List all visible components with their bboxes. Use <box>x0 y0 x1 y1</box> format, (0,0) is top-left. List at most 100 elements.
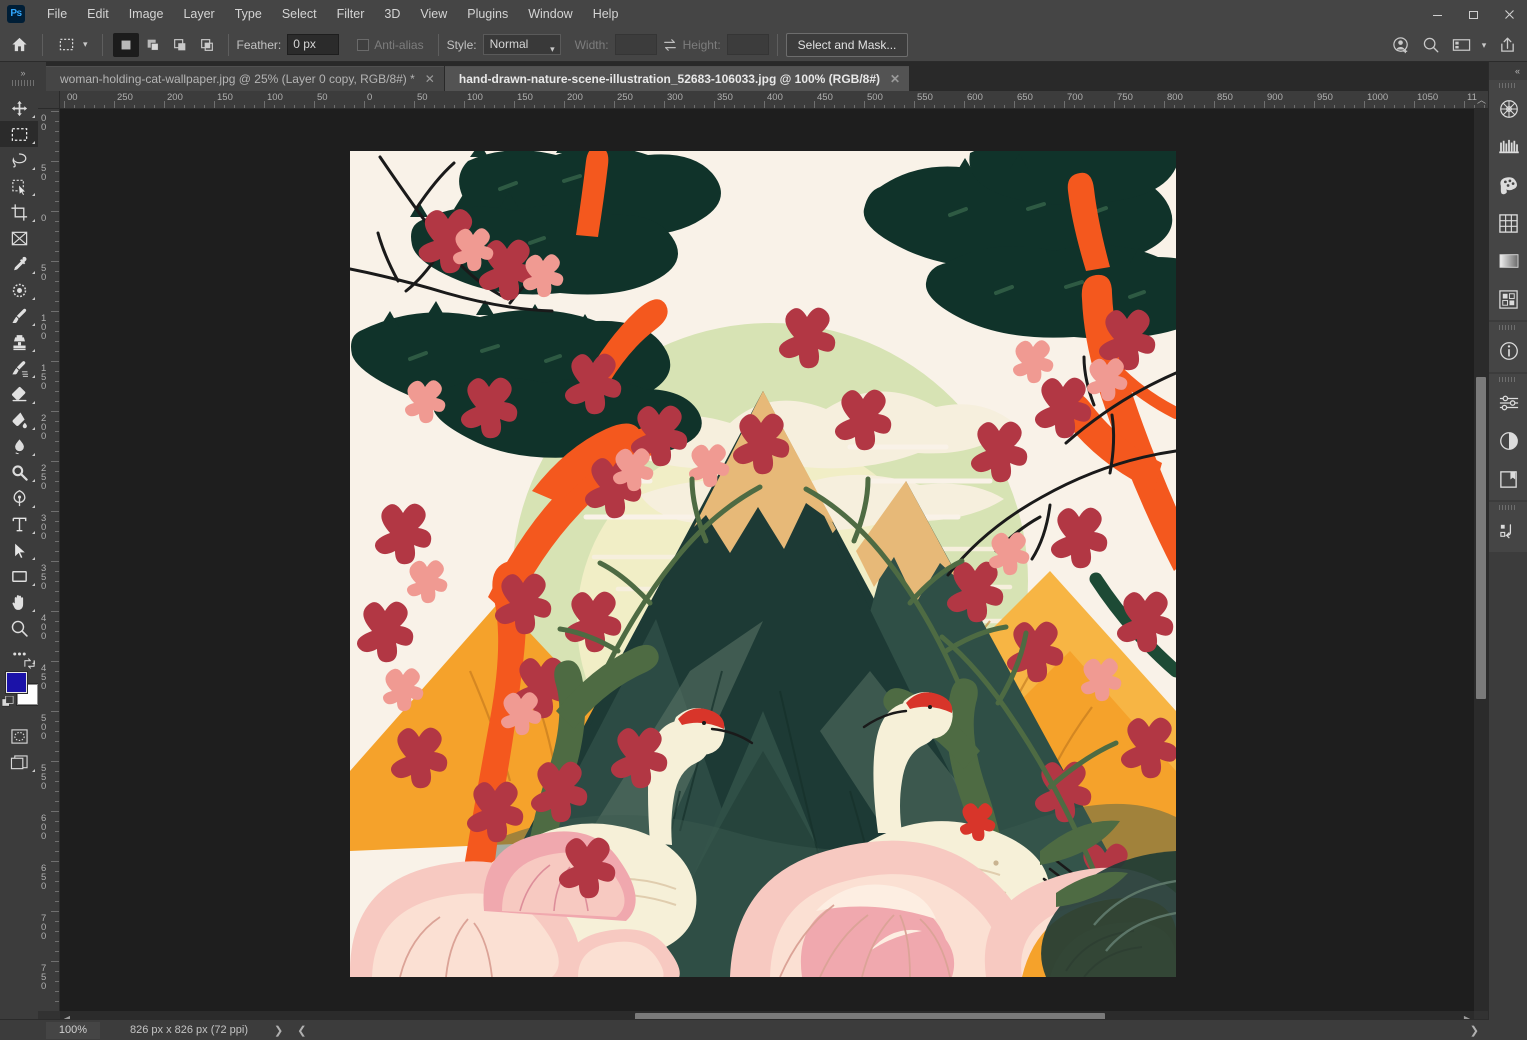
minimize-icon[interactable] <box>1419 0 1455 28</box>
foreground-color-swatch[interactable] <box>5 671 28 694</box>
hand-tool[interactable] <box>0 589 38 615</box>
new-selection-button[interactable] <box>112 32 139 57</box>
color-wheel-icon[interactable] <box>1489 90 1527 128</box>
select-and-mask-button[interactable]: Select and Mask... <box>785 32 909 57</box>
crop-tool[interactable] <box>0 199 38 225</box>
libraries-icon[interactable] <box>1489 460 1527 498</box>
anti-alias-checkbox[interactable] <box>357 38 370 51</box>
double-chevron-left-icon[interactable]: « <box>1489 62 1527 80</box>
ruler-label: 200 <box>567 92 583 103</box>
share-image-feedback-icon[interactable] <box>1387 32 1415 58</box>
status-prev-icon[interactable]: ❮ <box>297 1024 306 1037</box>
adjustments-icon[interactable] <box>1489 384 1527 422</box>
ruler-corner[interactable] <box>38 91 60 109</box>
gradients-icon[interactable] <box>1489 128 1527 166</box>
artboard[interactable] <box>350 151 1176 977</box>
ruler-minor-tick <box>694 105 695 108</box>
zoom-level-field[interactable]: 100% <box>46 1021 100 1039</box>
drag-grip[interactable] <box>1489 374 1527 384</box>
canvas-vertical-scrollbar[interactable] <box>1474 109 1488 1011</box>
drag-grip[interactable] <box>1489 80 1527 90</box>
menu-select[interactable]: Select <box>272 0 327 28</box>
object-selection-tool[interactable] <box>0 173 38 199</box>
menu-image[interactable]: Image <box>119 0 174 28</box>
eyedropper-tool[interactable] <box>0 251 38 277</box>
intersect-with-selection-button[interactable] <box>194 33 220 57</box>
home-icon[interactable] <box>4 32 34 58</box>
swap-width-height-icon[interactable] <box>657 33 683 57</box>
drag-grip[interactable] <box>1489 502 1527 512</box>
maximize-icon[interactable] <box>1455 0 1491 28</box>
add-to-selection-button[interactable] <box>140 33 166 57</box>
ruler-minor-tick <box>55 251 59 252</box>
adjustment-layer-icon[interactable] <box>1489 422 1527 460</box>
menu-edit[interactable]: Edit <box>77 0 119 28</box>
status-right-icon[interactable]: ❯ <box>1470 1024 1479 1037</box>
blur-tool[interactable] <box>0 433 38 459</box>
eraser-tool[interactable] <box>0 381 38 407</box>
history-brush-tool[interactable] <box>0 355 38 381</box>
lasso-tool[interactable] <box>0 147 38 173</box>
menu-filter[interactable]: Filter <box>327 0 375 28</box>
rectangular-marquee-tool[interactable] <box>0 121 38 147</box>
height-input[interactable] <box>726 34 769 55</box>
zoom-tool[interactable] <box>0 615 38 641</box>
frame-tool[interactable] <box>0 225 38 251</box>
quick-mask-mode-icon[interactable] <box>0 723 38 749</box>
status-next-icon[interactable]: ❯ <box>274 1024 283 1037</box>
menu-layer[interactable]: Layer <box>173 0 224 28</box>
style-select[interactable]: Normal ▾ <box>482 34 561 55</box>
tab-dock-handle[interactable]: » <box>0 62 46 91</box>
document-tab-woman-holding-cat[interactable]: woman-holding-cat-wallpaper.jpg @ 25% (L… <box>46 66 444 91</box>
right-dock-group-color <box>1489 80 1527 320</box>
horizontal-ruler[interactable]: ︿ 00 250 200 150 100 50 0 50 100 150 200 250 300 350 4… <box>60 91 1488 109</box>
close-icon[interactable]: ✕ <box>425 72 435 86</box>
gradient-panel-icon[interactable] <box>1489 242 1527 280</box>
canvas-area[interactable] <box>60 109 1474 1011</box>
document-tab-hand-drawn-nature-scene[interactable]: hand-drawn-nature-scene-illustration_526… <box>444 66 910 91</box>
spot-healing-brush-tool[interactable] <box>0 277 38 303</box>
brush-tool[interactable] <box>0 303 38 329</box>
subtract-from-selection-button[interactable] <box>167 33 193 57</box>
title-menu-bar: Ps File Edit Image Layer Type Select Fil… <box>0 0 1527 28</box>
menu-type[interactable]: Type <box>225 0 272 28</box>
menu-window[interactable]: Window <box>518 0 582 28</box>
active-tool-preview[interactable]: ▾ <box>51 32 94 58</box>
clone-stamp-tool[interactable] <box>0 329 38 355</box>
dodge-tool[interactable] <box>0 459 38 485</box>
share-icon[interactable] <box>1493 32 1521 58</box>
close-icon[interactable] <box>1491 0 1527 28</box>
pen-tool[interactable] <box>0 485 38 511</box>
ruler-minor-tick <box>734 105 735 108</box>
ruler-label: 250 <box>41 463 47 492</box>
horizontal-type-tool[interactable] <box>0 511 38 537</box>
scrollbar-thumb[interactable] <box>1476 377 1486 699</box>
menu-plugins[interactable]: Plugins <box>457 0 518 28</box>
search-icon[interactable] <box>1417 32 1445 58</box>
chevron-down-icon[interactable]: ▾ <box>83 39 88 50</box>
menu-help[interactable]: Help <box>583 0 629 28</box>
close-icon[interactable]: ✕ <box>890 72 900 86</box>
path-selection-tool[interactable] <box>0 537 38 563</box>
default-colors-icon[interactable] <box>1 695 15 714</box>
width-input[interactable] <box>614 34 657 55</box>
drag-grip[interactable] <box>1489 322 1527 332</box>
styles-icon[interactable] <box>1489 280 1527 318</box>
screen-mode-icon[interactable] <box>0 749 38 775</box>
history-icon[interactable] <box>1489 512 1527 550</box>
menu-file[interactable]: File <box>37 0 77 28</box>
ruler-label: 550 <box>917 92 933 103</box>
patterns-icon[interactable] <box>1489 204 1527 242</box>
vertical-ruler[interactable]: 00 50 0 50 100 150 200 250 300 350 400 450 500 550 600… <box>38 109 60 1011</box>
gradient-tool[interactable] <box>0 407 38 433</box>
rectangle-tool[interactable] <box>0 563 38 589</box>
menu-3d[interactable]: 3D <box>374 0 410 28</box>
workspace-icon[interactable] <box>1447 32 1475 58</box>
chevron-down-icon[interactable]: ▾ <box>1477 32 1491 58</box>
feather-input[interactable]: 0 px <box>287 34 340 55</box>
swatches-icon[interactable] <box>1489 166 1527 204</box>
move-tool[interactable] <box>0 95 38 121</box>
info-icon[interactable] <box>1489 332 1527 370</box>
menu-view[interactable]: View <box>410 0 457 28</box>
ruler-major-tick <box>864 101 865 108</box>
